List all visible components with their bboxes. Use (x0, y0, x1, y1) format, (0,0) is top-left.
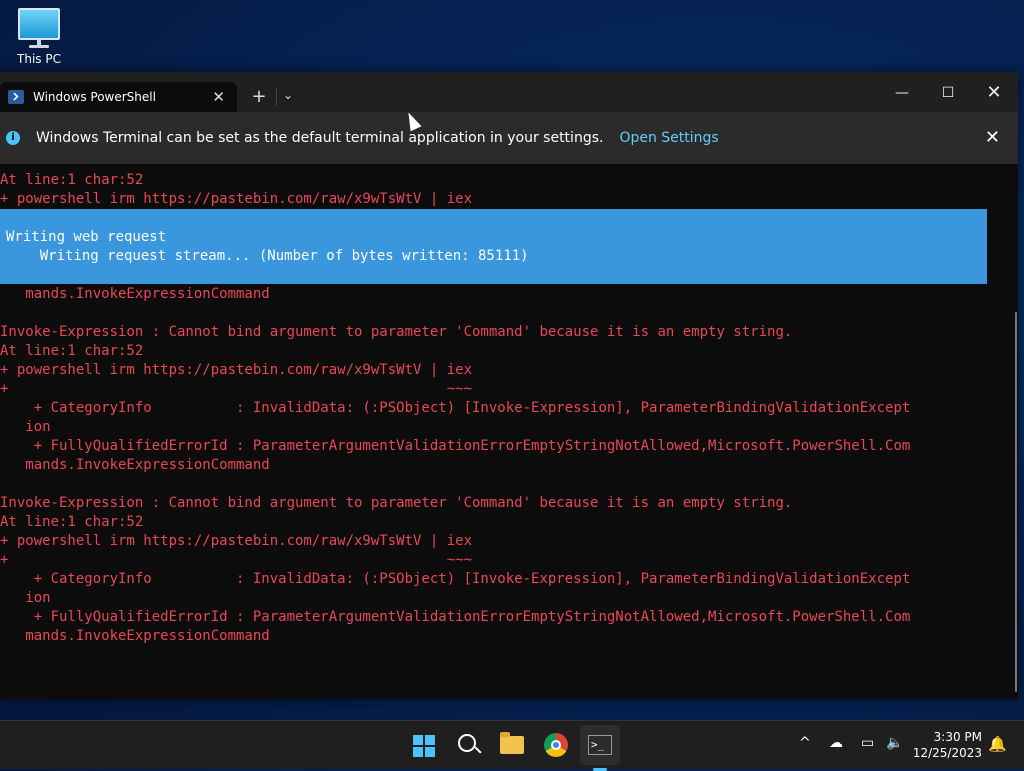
clock-date: 12/25/2023 (912, 746, 982, 760)
chevron-down-icon[interactable]: ⌄ (280, 88, 296, 102)
terminal-icon: >_ (588, 735, 612, 755)
console-line: ion (0, 419, 51, 435)
console-line: + ~~~ (0, 552, 473, 568)
info-icon: i (6, 131, 20, 145)
console-line: Invoke-Expression : Cannot bind argument… (0, 324, 793, 340)
search-icon (458, 734, 476, 752)
volume-icon[interactable]: 🔈 (886, 735, 903, 751)
progress-title: Writing web request (6, 229, 167, 245)
this-pc-desktop-icon[interactable]: This PC (10, 8, 68, 66)
console-line: + CategoryInfo : InvalidData: (:PSObject… (0, 400, 911, 416)
console-line: + powershell irm https://pastebin.com/ra… (0, 533, 473, 549)
console-line: + FullyQualifiedErrorId : ParameterArgum… (0, 438, 911, 454)
title-bar[interactable]: Windows PowerShell ✕ + ⌄ — ☐ ✕ (0, 72, 1018, 112)
chrome-icon (544, 733, 568, 757)
close-button[interactable]: ✕ (971, 80, 1017, 106)
onedrive-icon[interactable]: ☁ (829, 735, 843, 751)
console-output[interactable]: At line:1 char:52 + powershell irm https… (0, 164, 1010, 699)
clock-time: 3:30 PM (933, 730, 982, 744)
progress-detail: Writing request stream... (Number of byt… (6, 248, 529, 264)
network-icon[interactable]: ▭ (861, 735, 874, 751)
powershell-icon (8, 90, 24, 104)
tab-title: Windows PowerShell (33, 90, 156, 104)
scrollbar-thumb[interactable] (1015, 312, 1017, 692)
console-line: Invoke-Expression : Cannot bind argument… (0, 495, 793, 511)
clock[interactable]: 3:30 PM 12/25/2023 (912, 729, 982, 761)
desktop-icon-label: This PC (17, 52, 61, 66)
windows-logo-icon (413, 735, 435, 757)
console-line: + CategoryInfo : InvalidData: (:PSObject… (0, 571, 911, 587)
console-line: + powershell irm https://pastebin.com/ra… (0, 362, 473, 378)
minimize-button[interactable]: — (879, 80, 925, 106)
maximize-button[interactable]: ☐ (925, 80, 971, 106)
chrome-button[interactable] (536, 725, 576, 765)
console-line: + powershell irm https://pastebin.com/ra… (0, 191, 473, 207)
info-bar: i Windows Terminal can be set as the def… (0, 112, 1018, 164)
console-line: ion (0, 590, 51, 606)
console-line: At line:1 char:52 (0, 343, 144, 359)
open-settings-link[interactable]: Open Settings (619, 130, 718, 146)
console-line: mands.InvokeExpressionCommand (0, 286, 270, 302)
search-button[interactable] (448, 725, 488, 765)
console-line: + ~~~ (0, 381, 473, 397)
scrollbar[interactable] (1012, 172, 1018, 692)
console-line: + FullyQualifiedErrorId : ParameterArgum… (0, 609, 911, 625)
start-button[interactable] (404, 725, 444, 765)
terminal-button[interactable]: >_ (580, 725, 620, 771)
monitor-icon (18, 8, 60, 40)
file-explorer-button[interactable] (492, 725, 532, 765)
infobar-close-icon[interactable]: ✕ (985, 127, 1000, 148)
folder-icon (500, 732, 524, 754)
chevron-up-icon[interactable]: ^ (799, 735, 811, 751)
terminal-window: Windows PowerShell ✕ + ⌄ — ☐ ✕ i Windows… (0, 72, 1018, 699)
progress-banner: Writing web request Writing request stre… (0, 209, 987, 284)
tab-windows-powershell[interactable]: Windows PowerShell ✕ (0, 82, 237, 112)
tab-divider (276, 88, 277, 106)
console-line: At line:1 char:52 (0, 172, 144, 188)
console-line: mands.InvokeExpressionCommand (0, 457, 270, 473)
tab-close-icon[interactable]: ✕ (212, 88, 225, 106)
taskbar: >_ ^ ☁ ▭ 🔈 3:30 PM 12/25/2023 🔔 (0, 720, 1024, 771)
new-tab-button[interactable]: + (249, 86, 269, 107)
notification-bell-icon[interactable]: 🔔 (988, 735, 1007, 753)
info-message: Windows Terminal can be set as the defau… (36, 130, 604, 146)
console-line: At line:1 char:52 (0, 514, 144, 530)
console-line: mands.InvokeExpressionCommand (0, 628, 270, 644)
